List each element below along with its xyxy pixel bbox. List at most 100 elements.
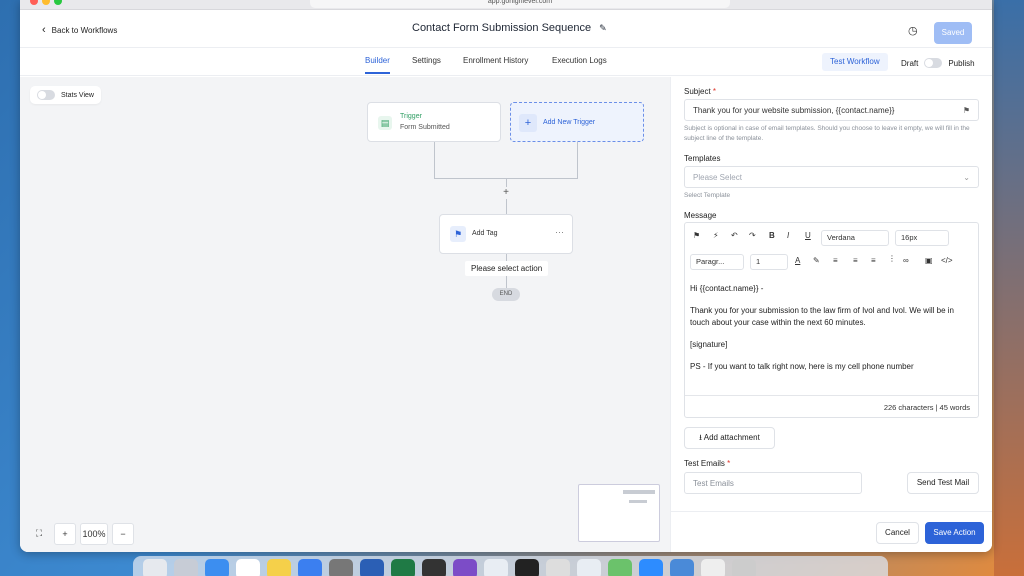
message-label: Message bbox=[684, 211, 717, 220]
canvas-minimap[interactable] bbox=[578, 484, 660, 542]
app-icon[interactable] bbox=[453, 559, 477, 576]
message-line: Thank you for your submission to the law… bbox=[690, 306, 954, 327]
app-store-icon[interactable] bbox=[298, 559, 322, 576]
terminal-icon[interactable] bbox=[515, 559, 539, 576]
align-icon[interactable]: ≡ bbox=[871, 256, 876, 265]
tab-execution-logs[interactable]: Execution Logs bbox=[552, 56, 607, 65]
connector-line bbox=[434, 142, 435, 178]
required-asterisk: * bbox=[727, 459, 731, 468]
test-emails-input[interactable]: Test Emails bbox=[684, 472, 862, 494]
save-action-button[interactable]: Save Action bbox=[925, 522, 984, 544]
macos-dock bbox=[133, 556, 888, 576]
trigger-title: Trigger bbox=[400, 113, 422, 120]
subject-input[interactable]: Thank you for your website submission, {… bbox=[684, 99, 979, 121]
finder-icon[interactable] bbox=[143, 559, 167, 576]
add-attachment-label: Add attachment bbox=[703, 433, 760, 442]
excel-icon[interactable] bbox=[391, 559, 415, 576]
publish-label: Publish bbox=[948, 58, 975, 68]
launchpad-icon[interactable] bbox=[174, 559, 198, 576]
lightning-icon[interactable]: ⚡ bbox=[713, 231, 719, 240]
safari-icon[interactable] bbox=[205, 559, 229, 576]
messages-icon[interactable] bbox=[608, 559, 632, 576]
zoom-level: 100% bbox=[80, 523, 108, 545]
app-icon[interactable] bbox=[701, 559, 725, 576]
tab-settings[interactable]: Settings bbox=[412, 56, 441, 65]
line-height-select[interactable]: 1 bbox=[750, 254, 788, 270]
camera-icon[interactable] bbox=[577, 559, 601, 576]
message-editor[interactable]: ⚑ ⚡ ↶ ↷ B I U Verdana 16px Paragr... 1 A… bbox=[684, 222, 979, 418]
settings-icon[interactable] bbox=[329, 559, 353, 576]
draft-label: Draft bbox=[901, 58, 919, 68]
underline-icon[interactable]: U bbox=[805, 231, 811, 240]
test-workflow-button[interactable]: Test Workflow bbox=[822, 53, 888, 71]
app-icon[interactable] bbox=[422, 559, 446, 576]
node-menu-icon[interactable]: ··· bbox=[555, 227, 564, 237]
connector-line bbox=[577, 142, 578, 178]
notes-icon[interactable] bbox=[267, 559, 291, 576]
minimize-window-button[interactable] bbox=[42, 0, 50, 5]
preview-icon[interactable] bbox=[670, 559, 694, 576]
chevron-down-icon: ⌄ bbox=[963, 172, 970, 182]
saved-button[interactable]: Saved bbox=[934, 22, 972, 44]
fit-screen-icon[interactable]: ⛶ bbox=[28, 523, 50, 545]
italic-icon[interactable]: I bbox=[787, 231, 789, 240]
edit-pencil-icon[interactable]: ✎ bbox=[599, 23, 607, 34]
tag-icon[interactable]: ⚑ bbox=[963, 106, 970, 115]
plus-icon: + bbox=[519, 114, 537, 132]
word-icon[interactable] bbox=[360, 559, 384, 576]
add-step-plus-button[interactable]: + bbox=[500, 187, 512, 199]
zoom-out-button[interactable]: − bbox=[112, 523, 134, 545]
message-body[interactable]: Hi {{contact.name}} - Thank you for your… bbox=[690, 283, 974, 383]
stats-view-toggle-group: Stats View bbox=[30, 86, 101, 104]
calendar-icon[interactable] bbox=[236, 559, 260, 576]
subject-value: Thank you for your website submission, {… bbox=[693, 105, 895, 115]
zoom-in-button[interactable]: + bbox=[54, 523, 76, 545]
bullet-list-icon[interactable]: ≡ bbox=[833, 256, 838, 265]
address-bar[interactable]: app.gohighlevel.com bbox=[310, 0, 730, 8]
add-tag-label: Add Tag bbox=[472, 230, 498, 237]
code-icon[interactable]: </> bbox=[941, 256, 953, 265]
publish-toggle[interactable] bbox=[924, 58, 943, 68]
tab-enrollment-history[interactable]: Enrollment History bbox=[463, 56, 528, 65]
font-family-select[interactable]: Verdana bbox=[821, 230, 889, 246]
cancel-button[interactable]: Cancel bbox=[876, 522, 919, 544]
add-tag-action-node[interactable]: ⚑ Add Tag ··· bbox=[439, 214, 573, 254]
bold-icon[interactable]: B bbox=[769, 231, 775, 240]
font-size-select[interactable]: 16px bbox=[895, 230, 949, 246]
chrome-icon[interactable] bbox=[484, 559, 508, 576]
maximize-window-button[interactable] bbox=[54, 0, 62, 5]
add-attachment-button[interactable]: ⭳ Add attachment bbox=[684, 427, 775, 449]
redo-icon[interactable]: ↷ bbox=[749, 231, 756, 240]
more-options-icon[interactable]: ⋮ bbox=[888, 254, 896, 263]
app-icon[interactable] bbox=[546, 559, 570, 576]
required-asterisk: * bbox=[712, 87, 717, 96]
desktop-background bbox=[994, 0, 1024, 576]
tab-bar: Builder Settings Enrollment History Exec… bbox=[20, 48, 992, 76]
send-test-mail-button[interactable]: Send Test Mail bbox=[907, 472, 979, 494]
close-window-button[interactable] bbox=[30, 0, 38, 5]
draft-publish-toggle-group: Draft Publish bbox=[901, 58, 975, 68]
trigger-subtitle: Form Submitted bbox=[400, 124, 450, 131]
back-to-workflows-link[interactable]: ‹ Back to Workflows bbox=[42, 24, 117, 36]
tag-icon[interactable]: ⚑ bbox=[693, 231, 700, 240]
message-line: [signature] bbox=[690, 340, 728, 349]
undo-icon[interactable]: ↶ bbox=[731, 231, 738, 240]
paragraph-style-select[interactable]: Paragr... bbox=[690, 254, 744, 270]
templates-select[interactable]: Please Select ⌄ bbox=[684, 166, 979, 188]
add-new-trigger-button[interactable]: + Add New Trigger bbox=[510, 102, 644, 142]
numbered-list-icon[interactable]: ≡ bbox=[853, 256, 858, 265]
end-marker: END bbox=[492, 288, 520, 301]
workflow-canvas[interactable]: Stats View ▤ Trigger Form Submitted + Ad… bbox=[20, 77, 670, 552]
image-icon[interactable]: ▣ bbox=[925, 256, 933, 265]
zoom-icon[interactable] bbox=[639, 559, 663, 576]
stats-view-toggle[interactable] bbox=[37, 90, 55, 100]
tab-builder[interactable]: Builder bbox=[365, 56, 390, 74]
trash-icon[interactable] bbox=[732, 559, 756, 576]
history-icon[interactable]: ◷ bbox=[908, 24, 918, 37]
highlight-icon[interactable]: ✎ bbox=[813, 256, 820, 265]
text-color-icon[interactable]: A bbox=[795, 256, 800, 265]
zoom-controls: ⛶ + 100% − bbox=[28, 523, 134, 545]
subject-label: Subject bbox=[684, 87, 711, 96]
trigger-node[interactable]: ▤ Trigger Form Submitted bbox=[367, 102, 501, 142]
link-icon[interactable]: ∞ bbox=[903, 256, 909, 265]
